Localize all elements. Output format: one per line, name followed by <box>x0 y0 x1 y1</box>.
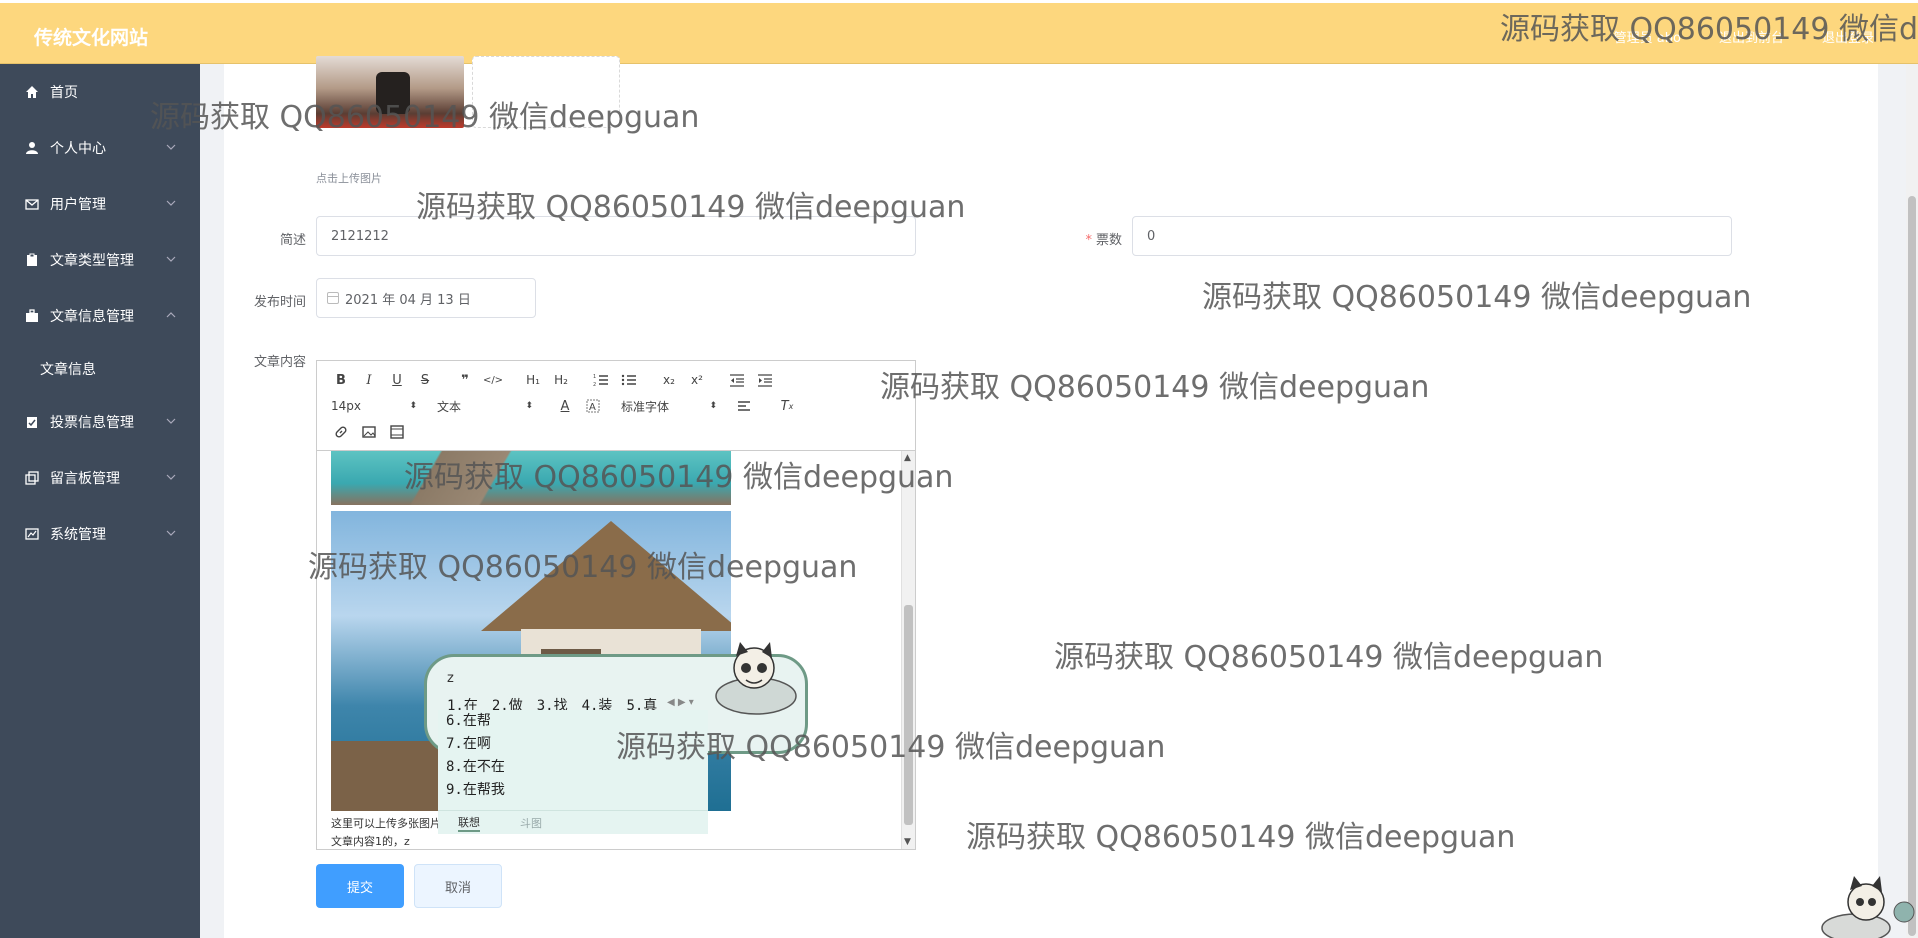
briefcase-icon <box>24 308 40 324</box>
content-label: 文章内容 <box>253 355 306 370</box>
chevron-down-icon <box>166 474 176 480</box>
sidebar-item-label: 文章类型管理 <box>50 253 134 269</box>
publish-time-label: 发布时间 <box>253 295 306 310</box>
cancel-button[interactable]: 取消 <box>414 864 502 908</box>
superscript-button[interactable]: x² <box>687 371 707 389</box>
outdent-button[interactable] <box>727 371 747 389</box>
scroll-down-icon[interactable]: ▼ <box>904 837 911 847</box>
sidebar-item-label: 系统管理 <box>50 527 106 543</box>
subscript-button[interactable]: x₂ <box>659 371 679 389</box>
corner-mascot-cat-icon <box>1821 876 1915 938</box>
watermark: 源码获取 QQ86050149 微信deepguan <box>150 100 700 135</box>
watermark: 源码获取 QQ86050149 微信deepguan <box>616 730 1166 765</box>
publish-date-value: 2021 年 04 月 13 日 <box>345 292 471 308</box>
heading2-button[interactable]: H₂ <box>551 371 571 389</box>
ime-list-item[interactable]: 9.在帮我 <box>438 779 708 802</box>
chevron-down-icon <box>166 418 176 424</box>
calendar-icon <box>327 292 339 304</box>
block-type-select[interactable]: 文本 ⬍ <box>437 398 533 415</box>
sidebar: 首页 个人中心 用户管理 文章类型管理 文章信息管理 文章信息 投票信息管理 留… <box>0 64 200 938</box>
background-color-button[interactable]: A <box>583 397 603 415</box>
sidebar-item-label: 留言板管理 <box>50 471 120 487</box>
blockquote-button[interactable]: ❞ <box>455 371 475 389</box>
chevron-down-icon <box>166 200 176 206</box>
watermark: 源码获取 QQ86050149 微信deepguan <box>880 370 1430 405</box>
home-icon <box>24 84 40 100</box>
font-size-select[interactable]: 14px ⬍ <box>331 399 417 413</box>
bullet-list-button[interactable] <box>619 371 639 389</box>
watermark: 源码获取 QQ86050149 微信deepguan <box>1202 280 1752 315</box>
ime-input-text: z <box>447 671 454 686</box>
ime-tab-stickers[interactable]: 斗图 <box>520 815 542 831</box>
clipboard-check-icon <box>24 414 40 430</box>
mail-icon <box>24 196 40 212</box>
italic-button[interactable]: I <box>359 371 379 389</box>
summary-label: 简述 <box>279 233 306 248</box>
heading1-button[interactable]: H₁ <box>523 371 543 389</box>
ime-page-arrows-icon[interactable]: ◀ ▶ ▾ <box>667 697 694 708</box>
editor-scrollbar[interactable]: ▲ ▼ <box>901 451 915 849</box>
page-scrollbar[interactable] <box>1906 64 1918 938</box>
code-button[interactable]: </> <box>483 371 503 389</box>
sidebar-item-label: 投票信息管理 <box>50 415 134 431</box>
sidebar-item-label: 用户管理 <box>50 197 106 213</box>
sidebar-item-users[interactable]: 用户管理 <box>0 176 200 232</box>
watermark: 源码获取 QQ86050149 微信deepguan <box>966 820 1516 855</box>
ime-tab-association[interactable]: 联想 <box>458 814 480 832</box>
votes-label: * 票数 <box>1085 233 1122 248</box>
sidebar-item-label: 文章信息管理 <box>50 309 134 325</box>
font-family-select[interactable]: 标准字体 ⬍ <box>621 398 717 415</box>
upload-tip: 点击上传图片 <box>316 172 382 185</box>
watermark: 源码获取 QQ86050149 微信deepguan <box>308 550 858 585</box>
votes-input[interactable]: 0 <box>1132 216 1732 256</box>
sidebar-item-article-types[interactable]: 文章类型管理 <box>0 232 200 288</box>
svg-text:2: 2 <box>593 382 596 387</box>
sidebar-item-article-info[interactable]: 文章信息管理 <box>0 288 200 344</box>
clipboard-icon <box>24 252 40 268</box>
watermark: 源码获取 QQ86050149 微信deepguan <box>1054 640 1604 675</box>
sidebar-item-label: 个人中心 <box>50 141 106 157</box>
chevron-down-icon <box>166 530 176 536</box>
font-color-button[interactable]: A <box>555 397 575 415</box>
video-icon[interactable] <box>387 423 407 441</box>
watermark: 源码获取 QQ86050149 微信deepguan <box>404 460 954 495</box>
site-brand: 传统文化网站 <box>34 27 149 49</box>
sidebar-item-label: 首页 <box>50 85 78 101</box>
editor-toolbar: B I U S ❞ </> H₁ H₂ 12 x₂ x² 14px ⬍ 文本 ⬍… <box>317 361 915 451</box>
watermark: 源码获取 QQ86050149 微信deepguan <box>1500 12 1918 47</box>
ordered-list-button[interactable]: 12 <box>591 371 611 389</box>
svg-text:1: 1 <box>593 374 596 380</box>
sidebar-item-system[interactable]: 系统管理 <box>0 506 200 562</box>
page-scrollbar-thumb[interactable] <box>1908 196 1916 936</box>
underline-button[interactable]: U <box>387 371 407 389</box>
align-button[interactable] <box>735 397 755 415</box>
svg-text:A: A <box>589 402 596 413</box>
image-icon[interactable] <box>359 423 379 441</box>
watermark: 源码获取 QQ86050149 微信deepguan <box>416 190 966 225</box>
publish-date-picker[interactable]: 2021 年 04 月 13 日 <box>316 278 536 318</box>
ime-tabs: 联想 斗图 <box>438 810 708 834</box>
chart-icon <box>24 526 40 542</box>
chevron-up-icon <box>166 312 176 318</box>
sidebar-subitem-article-info[interactable]: 文章信息 <box>0 344 200 394</box>
strike-button[interactable]: S <box>415 371 435 389</box>
indent-button[interactable] <box>755 371 775 389</box>
clear-format-button[interactable]: Tx <box>777 397 797 415</box>
bold-button[interactable]: B <box>331 371 351 389</box>
copy-icon <box>24 470 40 486</box>
sidebar-item-votes[interactable]: 投票信息管理 <box>0 394 200 450</box>
chevron-down-icon <box>166 144 176 150</box>
chevron-down-icon <box>166 256 176 262</box>
link-icon[interactable] <box>331 423 351 441</box>
user-icon <box>24 140 40 156</box>
submit-button[interactable]: 提交 <box>316 864 404 908</box>
ime-mascot-cat-icon <box>715 642 797 715</box>
sidebar-item-messages[interactable]: 留言板管理 <box>0 450 200 506</box>
